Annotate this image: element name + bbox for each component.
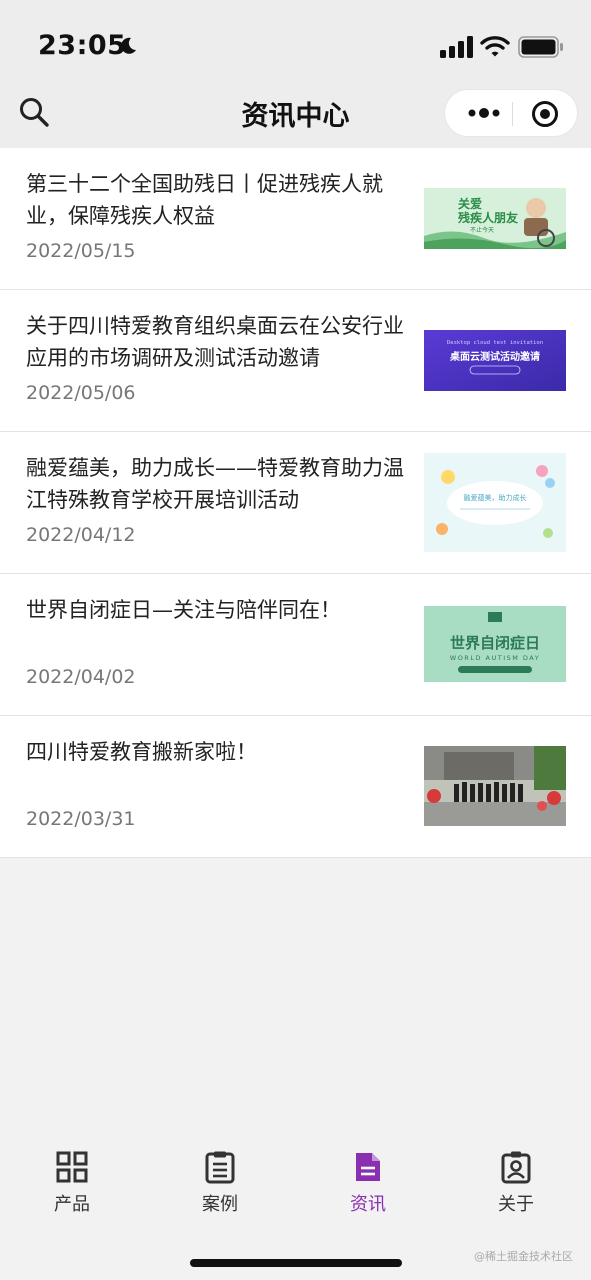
status-time: 23:05 bbox=[38, 30, 127, 61]
article-item[interactable]: 四川特爱教育搬新家啦！ 2022/03/31 bbox=[0, 716, 591, 858]
article-thumbnail: 关爱 残疾人朋友 不止今天 bbox=[424, 188, 566, 249]
tab-label: 案例 bbox=[202, 1194, 238, 1215]
article-date: 2022/05/06 bbox=[26, 382, 136, 404]
thumb-text: WORLD AUTISM DAY bbox=[450, 654, 540, 662]
thumb-text: 融爱蕴美，助力成长 bbox=[464, 493, 527, 502]
article-item[interactable]: 世界自闭症日—关注与陪伴同在！ 2022/04/02 世界自闭症日 WORLD … bbox=[0, 574, 591, 716]
article-item[interactable]: 融爱蕴美，助力成长——特爱教育助力温江特殊教育学校开展培训活动 2022/04/… bbox=[0, 432, 591, 574]
watermark: @稀土掘金技术社区 bbox=[474, 1250, 573, 1263]
moon-icon bbox=[121, 37, 136, 54]
thumb-text: 不止今天 bbox=[470, 226, 494, 234]
battery-icon bbox=[518, 36, 563, 58]
signal-icon bbox=[440, 36, 473, 58]
thumb-text: 世界自闭症日 bbox=[450, 634, 540, 652]
article-item[interactable]: 第三十二个全国助残日丨促进残疾人就业，保障残疾人权益 2022/05/15 关爱… bbox=[0, 148, 591, 290]
article-date: 2022/03/31 bbox=[26, 808, 136, 830]
thumb-text: 桌面云测试活动邀请 bbox=[449, 350, 540, 363]
home-indicator[interactable] bbox=[190, 1259, 402, 1267]
article-title: 世界自闭症日—关注与陪伴同在！ bbox=[26, 598, 341, 622]
tab-label: 关于 bbox=[498, 1194, 534, 1215]
grid-icon bbox=[56, 1151, 88, 1183]
tab-label: 资讯 bbox=[350, 1194, 386, 1215]
thumb-text: 关爱 bbox=[458, 196, 482, 211]
article-title: 关于四川特爱教育组织桌面云在公安行业应用的市场调研及测试活动邀请 bbox=[26, 314, 404, 370]
document-icon bbox=[356, 1153, 380, 1181]
status-bar: 23:05 bbox=[0, 0, 591, 92]
close-miniprogram-icon[interactable] bbox=[531, 100, 559, 128]
article-date: 2022/05/15 bbox=[26, 240, 136, 262]
tab-about[interactable]: 关于 bbox=[466, 1150, 566, 1216]
article-date: 2022/04/12 bbox=[26, 524, 136, 546]
article-thumbnail: 世界自闭症日 WORLD AUTISM DAY bbox=[424, 606, 566, 682]
tab-news[interactable]: 资讯 bbox=[318, 1150, 418, 1216]
article-thumbnail: Desktop cloud test invitation 桌面云测试活动邀请 bbox=[424, 330, 566, 391]
tab-cases[interactable]: 案例 bbox=[170, 1150, 270, 1216]
article-list: 第三十二个全国助残日丨促进残疾人就业，保障残疾人权益 2022/05/15 关爱… bbox=[0, 148, 591, 858]
badge-icon bbox=[501, 1151, 531, 1184]
tab-products[interactable]: 产品 bbox=[22, 1150, 122, 1216]
thumb-text: Desktop cloud test invitation bbox=[447, 340, 543, 346]
article-title: 四川特爱教育搬新家啦！ bbox=[26, 740, 257, 764]
clipboard-icon bbox=[205, 1151, 235, 1184]
article-thumbnail: 融爱蕴美，助力成长 bbox=[424, 453, 566, 552]
article-title: 融爱蕴美，助力成长——特爱教育助力温江特殊教育学校开展培训活动 bbox=[26, 456, 404, 512]
tab-label: 产品 bbox=[54, 1194, 90, 1215]
article-item[interactable]: 关于四川特爱教育组织桌面云在公安行业应用的市场调研及测试活动邀请 2022/05… bbox=[0, 290, 591, 432]
miniprogram-capsule bbox=[444, 89, 578, 137]
nav-bar: 资讯中心 bbox=[0, 89, 591, 148]
article-title: 第三十二个全国助残日丨促进残疾人就业，保障残疾人权益 bbox=[26, 172, 383, 228]
capsule-divider bbox=[512, 102, 513, 126]
more-icon[interactable] bbox=[465, 103, 503, 123]
article-date: 2022/04/02 bbox=[26, 666, 136, 688]
wifi-icon bbox=[480, 36, 510, 57]
article-thumbnail-photo bbox=[424, 746, 566, 826]
thumb-text: 残疾人朋友 bbox=[458, 210, 518, 225]
